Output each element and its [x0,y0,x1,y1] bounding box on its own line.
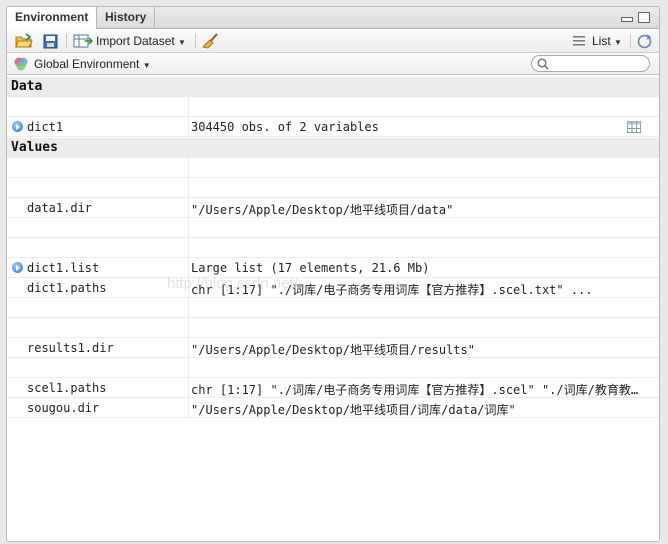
table-row [7,238,659,258]
table-row[interactable]: dict1.list Large list (17 elements, 21.6… [7,258,659,278]
variable-value: chr [1:17] "./词库/电子商务专用词库【官方推荐】.scel" ".… [191,383,639,397]
section-header-values: Values [7,138,659,158]
minimize-icon[interactable] [621,17,633,22]
view-mode-dropdown[interactable]: List ▼ [592,34,622,48]
chevron-down-icon: ▼ [614,38,622,47]
table-row[interactable]: data1.dir "/Users/Apple/Desktop/地平线项目/da… [7,198,659,218]
column-divider [188,398,189,417]
variable-value: 304450 obs. of 2 variables [191,120,379,134]
column-divider [188,258,189,277]
import-dataset-label: Import Dataset [96,34,175,48]
column-divider [188,178,189,197]
column-divider [188,117,189,136]
environment-pane: Environment History Import Dataset ▼ Lis… [6,6,660,542]
environment-selector-label: Global Environment [34,57,140,71]
table-row[interactable]: dict1.paths chr [1:17] "./词库/电子商务专用词库【官方… [7,278,659,298]
toolbar-separator [630,34,631,48]
save-icon[interactable] [43,34,58,49]
table-row[interactable]: dict1 304450 obs. of 2 variables [7,117,659,137]
environment-selector[interactable]: Global Environment ▼ [34,57,151,71]
variable-value: "/Users/Apple/Desktop/地平线项目/词库/data/词库" [191,403,516,417]
tab-environment[interactable]: Environment [7,7,98,30]
table-row [7,298,659,318]
column-divider [188,298,189,317]
table-row [7,358,659,378]
column-divider [188,358,189,377]
tab-bar: Environment History [7,7,659,30]
refresh-icon[interactable] [637,34,652,49]
table-row[interactable]: sougou.dir "/Users/Apple/Desktop/地平线项目/词… [7,398,659,418]
search-icon [537,58,549,70]
variable-value: "/Users/Apple/Desktop/地平线项目/data" [191,203,454,217]
table-row [7,158,659,178]
column-divider [188,318,189,337]
table-row[interactable]: scel1.paths chr [1:17] "./词库/电子商务专用词库【官方… [7,378,659,398]
expand-icon[interactable] [12,262,23,273]
column-divider [188,378,189,397]
section-header-data: Data [7,77,659,97]
column-divider [188,97,189,116]
variable-name: scel1.paths [27,381,107,395]
open-folder-icon[interactable] [15,33,33,49]
variable-name: dict1.paths [27,281,107,295]
table-row [7,97,659,117]
variable-value: chr [1:17] "./词库/电子商务专用词库【官方推荐】.scel.txt… [191,283,593,297]
maximize-icon[interactable] [638,12,650,23]
list-view-icon [573,36,585,46]
toolbar: Import Dataset ▼ List ▼ [7,29,659,53]
variable-name: data1.dir [27,201,93,215]
variable-name: dict1 [27,120,64,134]
toolbar-separator [66,34,67,48]
import-dataset-button[interactable]: Import Dataset ▼ [96,34,186,48]
import-dataset-icon[interactable] [73,34,93,48]
variable-name: dict1.list [27,261,100,275]
r-environment-icon [14,57,28,71]
chevron-down-icon: ▼ [178,38,186,47]
column-divider [188,218,189,237]
variable-name: results1.dir [27,341,114,355]
broom-icon[interactable] [202,33,219,49]
table-row [7,178,659,198]
chevron-down-icon: ▼ [142,61,151,70]
variable-value: Large list (17 elements, 21.6 Mb) [191,261,430,275]
view-mode-label: List [592,34,611,48]
column-divider [188,158,189,177]
variable-value: "/Users/Apple/Desktop/地平线项目/results" [191,343,475,357]
search-input[interactable] [531,55,650,72]
variable-name: sougou.dir [27,401,100,415]
column-divider [188,198,189,217]
expand-icon[interactable] [12,121,23,132]
tab-history[interactable]: History [97,7,156,29]
toolbar-separator [195,34,196,48]
table-row [7,318,659,338]
column-divider [188,338,189,357]
column-divider [188,278,189,297]
view-data-icon[interactable] [627,121,641,133]
table-row [7,218,659,238]
table-row[interactable]: results1.dir "/Users/Apple/Desktop/地平线项目… [7,338,659,358]
column-divider [188,238,189,257]
